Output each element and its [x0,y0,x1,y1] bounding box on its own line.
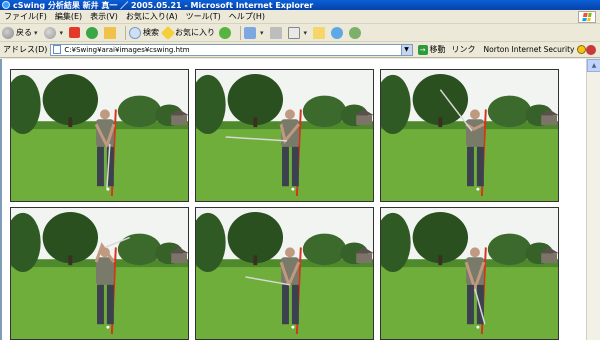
edit-icon [287,26,300,39]
messenger-icon [349,26,362,39]
ie-icon [2,1,10,9]
forward-button[interactable]: ▾ [43,26,66,39]
norton-button[interactable]: Norton Internet Security [484,45,587,54]
chevron-down-icon[interactable]: ▾ [260,29,264,37]
links-button[interactable]: リンク [452,44,476,55]
golfer-photo [381,208,558,339]
windows-logo-icon [578,11,596,23]
menu-bar: ファイル(F) 編集(E) 表示(V) お気に入り(A) ツール(T) ヘルプ(… [0,10,600,24]
search-label: 検索 [143,28,160,37]
toolbar-separator [125,25,127,40]
golfer-photo [11,70,188,201]
swing-frame-2 [195,69,374,202]
golfer-photo [196,70,373,201]
menu-help[interactable]: ヘルプ(H) [225,11,269,22]
toolbar-separator [240,25,242,40]
toolbar-extension-icon[interactable] [586,44,596,55]
edit-button[interactable]: ▾ [287,26,310,39]
address-input[interactable]: C:¥Swing¥arai¥images¥cswing.htm ▼ [50,43,413,56]
favorites-button[interactable]: お気に入り [160,25,216,40]
stop-icon [69,27,81,38]
back-arrow-icon [2,26,14,39]
norton-icon [577,45,587,54]
folder-icon [313,26,326,39]
search-icon [129,26,142,39]
go-label: 移動 [429,45,446,54]
page-content [0,59,586,340]
golfer-photo [11,208,188,339]
chevron-down-icon[interactable]: ▾ [60,29,64,37]
messenger-button[interactable] [349,26,363,39]
window-title: cSwing 分析結果 新井 真一 ／ 2005.05.21 - Microso… [13,0,314,10]
favorites-label: お気に入り [175,28,216,37]
research-icon [331,26,344,39]
page-icon [53,45,62,54]
stop-button[interactable] [69,27,82,38]
menu-file[interactable]: ファイル(F) [0,11,51,22]
vertical-scrollbar[interactable]: ▲ [586,59,600,340]
folder-button[interactable] [313,26,327,39]
swing-frame-3 [380,69,559,202]
chevron-down-icon[interactable]: ▾ [34,29,38,37]
go-button[interactable]: → 移動 [417,44,446,55]
address-url: C:¥Swing¥arai¥images¥cswing.htm [64,45,190,54]
go-arrow-icon: → [417,44,428,55]
address-label: アドレス(D) [3,45,48,54]
chevron-down-icon[interactable]: ▼ [400,44,412,55]
search-button[interactable]: 検索 [129,26,160,39]
home-icon [104,26,117,39]
swing-frame-5 [195,207,374,340]
swing-frame-4 [10,207,189,340]
menu-tools[interactable]: ツール(T) [182,11,225,22]
refresh-icon [86,26,99,39]
golfer-photo [196,208,373,339]
menu-view[interactable]: 表示(V) [86,11,122,22]
norton-label: Norton Internet Security [483,45,575,54]
media-icon [219,26,232,39]
printer-icon [269,26,282,39]
research-button[interactable] [331,26,345,39]
menu-favorites[interactable]: お気に入り(A) [122,11,182,22]
mail-button[interactable]: ▾ [244,26,266,39]
forward-arrow-icon [43,26,56,39]
refresh-button[interactable] [86,26,100,39]
back-button[interactable]: 戻る ▾ [2,26,40,39]
menu-edit[interactable]: 編集(E) [51,11,86,22]
title-bar: cSwing 分析結果 新井 真一 ／ 2005.05.21 - Microso… [0,0,600,10]
standard-toolbar: 戻る ▾ ▾ 検索 お気に入り ▾ ▾ [0,24,600,42]
chevron-down-icon[interactable]: ▾ [304,29,308,37]
scroll-up-icon[interactable]: ▲ [587,59,600,72]
media-button[interactable] [219,26,233,39]
print-button[interactable] [269,26,284,39]
star-icon [160,25,176,40]
swing-frame-1 [10,69,189,202]
back-label: 戻る [16,28,32,37]
golfer-photo [381,70,558,201]
mail-icon [244,26,257,39]
swing-frame-6 [380,207,559,340]
home-button[interactable] [104,26,118,39]
address-bar: アドレス(D) C:¥Swing¥arai¥images¥cswing.htm … [0,42,600,58]
